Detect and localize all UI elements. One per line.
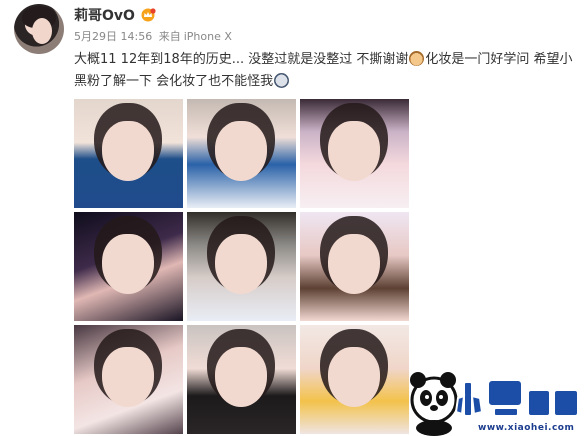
photo-6[interactable] — [300, 212, 409, 321]
photo-2[interactable] — [187, 99, 296, 208]
photo-subject — [215, 347, 267, 407]
vip-crown-icon[interactable] — [140, 8, 156, 22]
photo-1[interactable] — [74, 99, 183, 208]
photo-subject — [328, 347, 380, 407]
post-meta: 5月29日 14:56 来自 iPhone X — [74, 28, 235, 44]
post-text-part1: 大概11 12年到18年的历史... 没整过就是没整过 不撕谢谢 — [74, 52, 409, 67]
source-prefix: 来自 — [158, 30, 181, 43]
watermark-url: www.xiaohei.com — [478, 423, 575, 433]
photo-5[interactable] — [187, 212, 296, 321]
photo-3[interactable] — [300, 99, 409, 208]
photo-subject — [215, 121, 267, 181]
post-date[interactable]: 5月29日 14:56 — [74, 30, 152, 43]
photo-subject — [328, 121, 380, 181]
photo-subject — [328, 234, 380, 294]
username[interactable]: 莉哥OvO — [74, 5, 135, 25]
logo-brand-glyphs — [454, 379, 579, 417]
dog-emoji-icon — [409, 51, 425, 66]
photo-subject — [102, 347, 154, 407]
post-source[interactable]: iPhone X — [184, 30, 232, 43]
panda-icon — [410, 372, 458, 436]
photo-9[interactable] — [300, 325, 409, 434]
photo-4[interactable] — [74, 212, 183, 321]
post-text: 大概11 12年到18年的历史... 没整过就是没整过 不撕谢谢 化妆是一门好学问… — [74, 49, 576, 93]
post-header: 莉哥OvO — [74, 6, 156, 24]
photo-subject — [102, 234, 154, 294]
photo-8[interactable] — [187, 325, 296, 434]
photo-subject — [102, 121, 154, 181]
avatar-face — [32, 18, 52, 44]
grin-emoji-icon — [274, 73, 290, 88]
photo-7[interactable] — [74, 325, 183, 434]
photo-subject — [215, 234, 267, 294]
user-avatar[interactable] — [14, 4, 64, 54]
